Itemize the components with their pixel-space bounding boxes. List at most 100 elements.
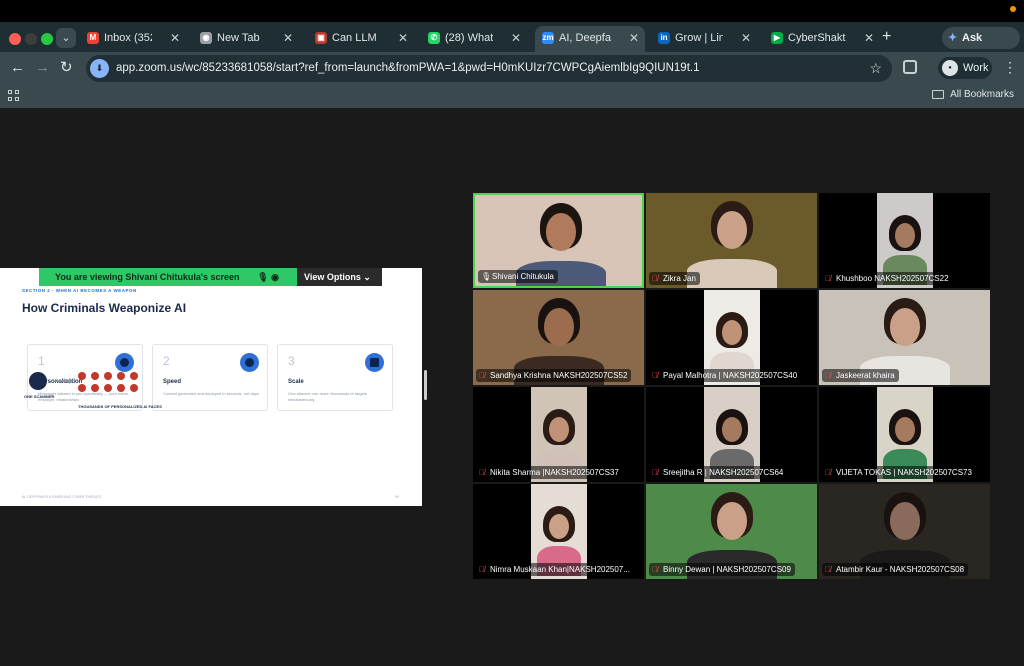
tab-label: Grow | LinkedIn <box>675 32 723 44</box>
participant-name-label: 🎙̸ VIJETA TOKAS | NAKSH202507CS73 <box>822 466 976 479</box>
mic-muted-icon: 🎙̸ <box>652 274 658 283</box>
slide-page-number: 09 <box>395 495 399 499</box>
close-tab-icon[interactable]: ✕ <box>283 26 293 50</box>
close-tab-icon[interactable]: ✕ <box>398 26 408 50</box>
card-description: One attacker can reach thousands of targ… <box>288 391 367 402</box>
card-number: 2 <box>163 354 170 368</box>
close-tab-icon[interactable]: ✕ <box>741 26 751 50</box>
participant-face <box>721 417 742 442</box>
meeting-stage: SECTION 2 · WHEN AI BECOMES A WEAPON How… <box>0 108 1024 666</box>
ai-face-dot-icon <box>91 372 99 380</box>
new-tab-button[interactable]: + <box>882 28 891 46</box>
zoom-site-icon[interactable]: ⬇ <box>90 59 109 78</box>
close-tab-icon[interactable]: ✕ <box>511 26 521 50</box>
participant-name-label: 🎙̸ Payal Malhotra | NAKSH202507CS40 <box>649 369 802 382</box>
mic-muted-icon: 🎙̸ <box>479 371 485 380</box>
ai-face-dot-icon <box>117 384 125 392</box>
tab-label: New Tab <box>217 32 260 44</box>
shared-screen-slide[interactable]: SECTION 2 · WHEN AI BECOMES A WEAPON How… <box>0 268 422 506</box>
participant-name: Zikra Jan <box>663 274 696 283</box>
ai-face-dot-icon <box>78 372 86 380</box>
target-icon <box>240 353 259 372</box>
ask-gemini-button[interactable]: ✦ Ask Gemini <box>942 27 1020 66</box>
participant-name: Khushboo NAKSH202507CS22 <box>836 274 949 283</box>
participant-tile[interactable]: 🎙̸ Nikita Sharma |NAKSH202507CS37 <box>473 387 644 482</box>
tab-label: (28) WhatsApp <box>445 32 493 44</box>
ai-face-dot-icon <box>91 384 99 392</box>
extensions-puzzle-icon[interactable] <box>903 60 917 74</box>
card-description: Content generated and deployed in second… <box>163 391 259 396</box>
minimize-window-button[interactable] <box>25 33 37 45</box>
participant-tile[interactable]: 🎙̸ Binny Dewan | NAKSH202507CS09 <box>646 484 817 579</box>
participant-face <box>889 308 920 346</box>
participant-name: Atambir Kaur - NAKSH202507CS08 <box>836 565 965 574</box>
participant-tile[interactable]: 🎙̸ Payal Malhotra | NAKSH202507CS40 <box>646 290 817 385</box>
participant-tile[interactable]: 🎙̸ Sandhya Krishna NAKSH202507CS52 <box>473 290 644 385</box>
ai-face-dot-icon <box>117 372 125 380</box>
banner-presenter-name: Shivani Chitukula's screen <box>125 272 240 282</box>
participant-face <box>548 514 569 539</box>
close-tab-icon[interactable]: ✕ <box>170 26 180 50</box>
recording-indicator-icon <box>1010 6 1016 12</box>
participant-tile[interactable]: 🎙̸ Atambir Kaur - NAKSH202507CS08 <box>819 484 990 579</box>
slide-card-speed: 2 Speed Content generated and deployed i… <box>152 344 268 411</box>
back-arrow-icon[interactable]: ← <box>10 59 25 77</box>
participant-tile[interactable]: 🎙̸ VIJETA TOKAS | NAKSH202507CS73 <box>819 387 990 482</box>
all-bookmarks-button[interactable]: All Bookmarks <box>932 89 1014 100</box>
os-top-strip <box>0 0 1024 22</box>
participant-tile[interactable]: 🎙̸ Zikra Jan <box>646 193 817 288</box>
participant-tile[interactable]: 🎙 Shivani Chitukula <box>473 193 644 288</box>
maximize-window-button[interactable] <box>41 33 53 45</box>
mic-muted-icon: 🎙̸ <box>825 274 831 283</box>
view-options-button[interactable]: View Options ⌄ <box>297 268 382 286</box>
tab-meet[interactable]: ▶ CyberShakti–Cor ✕ <box>764 26 880 52</box>
tab-chrome[interactable]: ◉ New Tab ✕ <box>193 26 299 52</box>
close-tab-icon[interactable]: ✕ <box>864 26 874 50</box>
ai-face-dot-icon <box>130 372 138 380</box>
participant-face <box>894 223 915 248</box>
tab-zoom[interactable]: zm AI, Deepfakes ✕ <box>535 26 645 52</box>
tab-whatsapp[interactable]: ✆ (28) WhatsApp ✕ <box>421 26 527 52</box>
forward-arrow-icon[interactable]: → <box>35 59 50 77</box>
close-tab-icon[interactable]: ✕ <box>629 26 639 50</box>
tab-gmail[interactable]: M Inbox (352) - hello ✕ <box>80 26 186 52</box>
participant-face <box>548 417 569 442</box>
tab-label: Inbox (352) - hello <box>104 32 152 44</box>
participant-name: Payal Malhotra | NAKSH202507CS40 <box>663 371 798 380</box>
participant-name: Jaskeerat khaira <box>836 371 895 380</box>
meet-icon: ▶ <box>771 32 783 44</box>
tab-bar: ⌄ M Inbox (352) - hello ✕ ◉ New Tab ✕ ▣ Can LLM… <box>0 22 1024 66</box>
close-window-button[interactable] <box>9 33 21 45</box>
tab-linkedin[interactable]: in Grow | LinkedIn ✕ <box>651 26 757 52</box>
arrow-icon <box>53 378 73 384</box>
participant-tile[interactable]: 🎙̸ Sreejitha R | NAKSH202507CS64 <box>646 387 817 482</box>
mic-muted-icon: 🎙̸ <box>825 565 831 574</box>
participant-face <box>545 213 576 251</box>
mic-icon: 🎙 <box>481 272 492 281</box>
profile-button[interactable]: ● Work <box>938 57 992 79</box>
participant-name-label: 🎙̸ Zikra Jan <box>649 272 700 285</box>
bookmark-star-icon[interactable]: ☆ <box>869 60 882 77</box>
apps-grid-icon[interactable] <box>8 90 20 102</box>
tab-doc[interactable]: ▣ Can LLM Chatbots ✕ <box>308 26 414 52</box>
more-menu-icon[interactable]: ⋮ <box>1003 59 1017 76</box>
participant-face <box>894 417 915 442</box>
tab-label: Can LLM Chatbots <box>332 32 380 44</box>
slide-card-scale: 3 Scale One attacker can reach thousands… <box>277 344 393 411</box>
participant-tile[interactable]: 🎙̸ Khushboo NAKSH202507CS22 <box>819 193 990 288</box>
reload-icon[interactable]: ↻ <box>60 59 73 77</box>
participant-name-label: 🎙̸ Khushboo NAKSH202507CS22 <box>822 272 953 285</box>
whatsapp-icon: ✆ <box>428 32 440 44</box>
address-bar[interactable]: ⬇ app.zoom.us/wc/85233681058/start?ref_f… <box>86 55 892 82</box>
participant-face <box>543 308 574 346</box>
zoom-icon: zm <box>542 32 554 44</box>
folder-icon <box>932 90 945 99</box>
view-options-label: View Options <box>304 272 361 282</box>
tab-search-chevron-icon[interactable]: ⌄ <box>56 28 76 48</box>
chevron-down-icon: ⌄ <box>363 272 371 282</box>
participant-name: Sandhya Krishna NAKSH202507CS52 <box>490 371 628 380</box>
slide-section-label: SECTION 2 · WHEN AI BECOMES A WEAPON <box>22 288 137 293</box>
participant-tile[interactable]: 🎙̸ Jaskeerat khaira <box>819 290 990 385</box>
split-view-drag-handle[interactable] <box>424 370 427 400</box>
participant-tile[interactable]: 🎙̸ Nimra Muskaan Khan|NAKSH202507... <box>473 484 644 579</box>
